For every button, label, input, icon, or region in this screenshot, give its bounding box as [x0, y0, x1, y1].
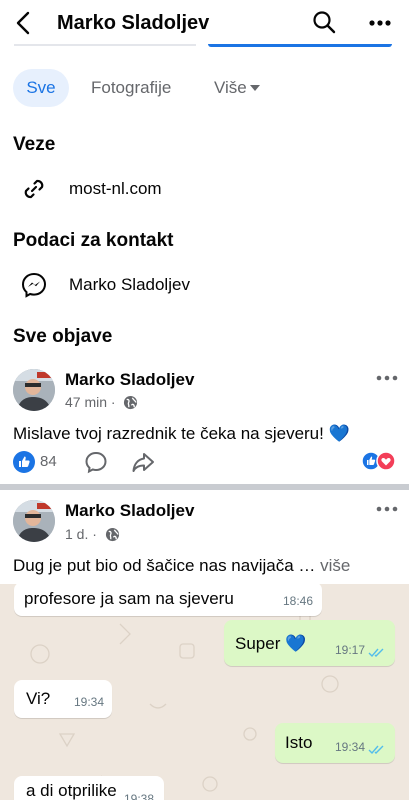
- chat-message-time: 19:17: [334, 643, 365, 657]
- reactions-summary-icon[interactable]: [361, 451, 397, 471]
- chat-message-incoming: Vi? 19:34: [14, 680, 112, 718]
- caret-down-icon: [249, 85, 260, 91]
- chat-message-time: 19:34: [73, 695, 104, 709]
- post-text: Dug je put bio od šačice nas navijača … …: [13, 555, 350, 577]
- messenger-contact[interactable]: Marko Sladoljev: [69, 274, 190, 296]
- avatar-photo: [13, 369, 55, 411]
- chat-message-time: 19:34: [334, 740, 365, 754]
- like-count: 84: [40, 453, 57, 470]
- chat-message-text: a di otprilike: [26, 781, 117, 800]
- comment-icon[interactable]: [84, 450, 108, 474]
- chat-message-incoming: a di otprilike 19:38: [14, 776, 164, 800]
- see-more-link[interactable]: više: [315, 556, 350, 575]
- top-app-bar: Marko Sladoljev: [0, 0, 409, 46]
- avatar[interactable]: [13, 500, 55, 542]
- post-time: 47 min ·: [65, 394, 116, 410]
- globe-icon: [124, 395, 138, 410]
- tab-photos[interactable]: Fotografije: [91, 69, 171, 107]
- read-receipt-icon: [368, 648, 384, 658]
- back-arrow-icon[interactable]: [12, 10, 36, 36]
- search-icon[interactable]: [312, 10, 336, 34]
- post-image-chat-screenshot[interactable]: profesore ja sam na sjeveru 18:46 Super 💙…: [0, 584, 409, 800]
- links-section-title: Veze: [13, 134, 56, 155]
- button-edge-right: [208, 44, 392, 47]
- chat-message-text: Vi?: [26, 689, 51, 708]
- post-author[interactable]: Marko Sladoljev: [65, 500, 194, 522]
- post-options-icon[interactable]: [376, 374, 398, 382]
- post-time: 1 d. ·: [65, 526, 97, 542]
- chat-message-time: 18:46: [282, 594, 313, 608]
- chat-message-time: 19:38: [123, 792, 154, 800]
- post-actions: 84: [13, 449, 396, 477]
- chat-message-incoming: profesore ja sam na sjeveru 18:46: [14, 584, 322, 616]
- website-link[interactable]: most-nl.com: [69, 178, 162, 200]
- tab-more-label: Više: [214, 78, 247, 97]
- chat-message-text: Isto: [285, 733, 313, 752]
- post-options-icon[interactable]: [376, 505, 398, 513]
- like-icon[interactable]: [13, 451, 35, 473]
- tab-more[interactable]: Više: [214, 69, 260, 107]
- contact-section-title: Podaci za kontakt: [13, 230, 174, 251]
- post-divider: [0, 484, 409, 490]
- button-edge-left: [14, 44, 196, 46]
- globe-icon: [105, 527, 119, 542]
- post-meta: 1 d. ·: [65, 525, 120, 543]
- chat-message-text: profesore ja sam na sjeveru: [24, 589, 234, 608]
- post-author[interactable]: Marko Sladoljev: [65, 369, 194, 391]
- chat-message-text: Super 💙: [235, 634, 307, 653]
- post-meta: 47 min ·: [65, 393, 138, 411]
- chat-message-outgoing: Super 💙 19:17: [224, 620, 395, 666]
- link-icon: [24, 179, 44, 199]
- page-title: Marko Sladoljev: [57, 12, 210, 34]
- tab-all[interactable]: Sve: [13, 69, 69, 107]
- avatar[interactable]: [13, 369, 55, 411]
- post-text: Mislave tvoj razrednik te čeka na sjever…: [13, 424, 350, 443]
- avatar-photo: [13, 500, 55, 542]
- posts-section-title: Sve objave: [13, 326, 113, 347]
- messenger-icon: [21, 272, 47, 298]
- post-text-body: Dug je put bio od šačice nas navijača …: [13, 556, 316, 575]
- chat-message-outgoing: Isto 19:34: [275, 723, 395, 763]
- read-receipt-icon: [368, 745, 384, 755]
- more-options-icon[interactable]: [368, 18, 392, 28]
- share-icon[interactable]: [131, 450, 155, 474]
